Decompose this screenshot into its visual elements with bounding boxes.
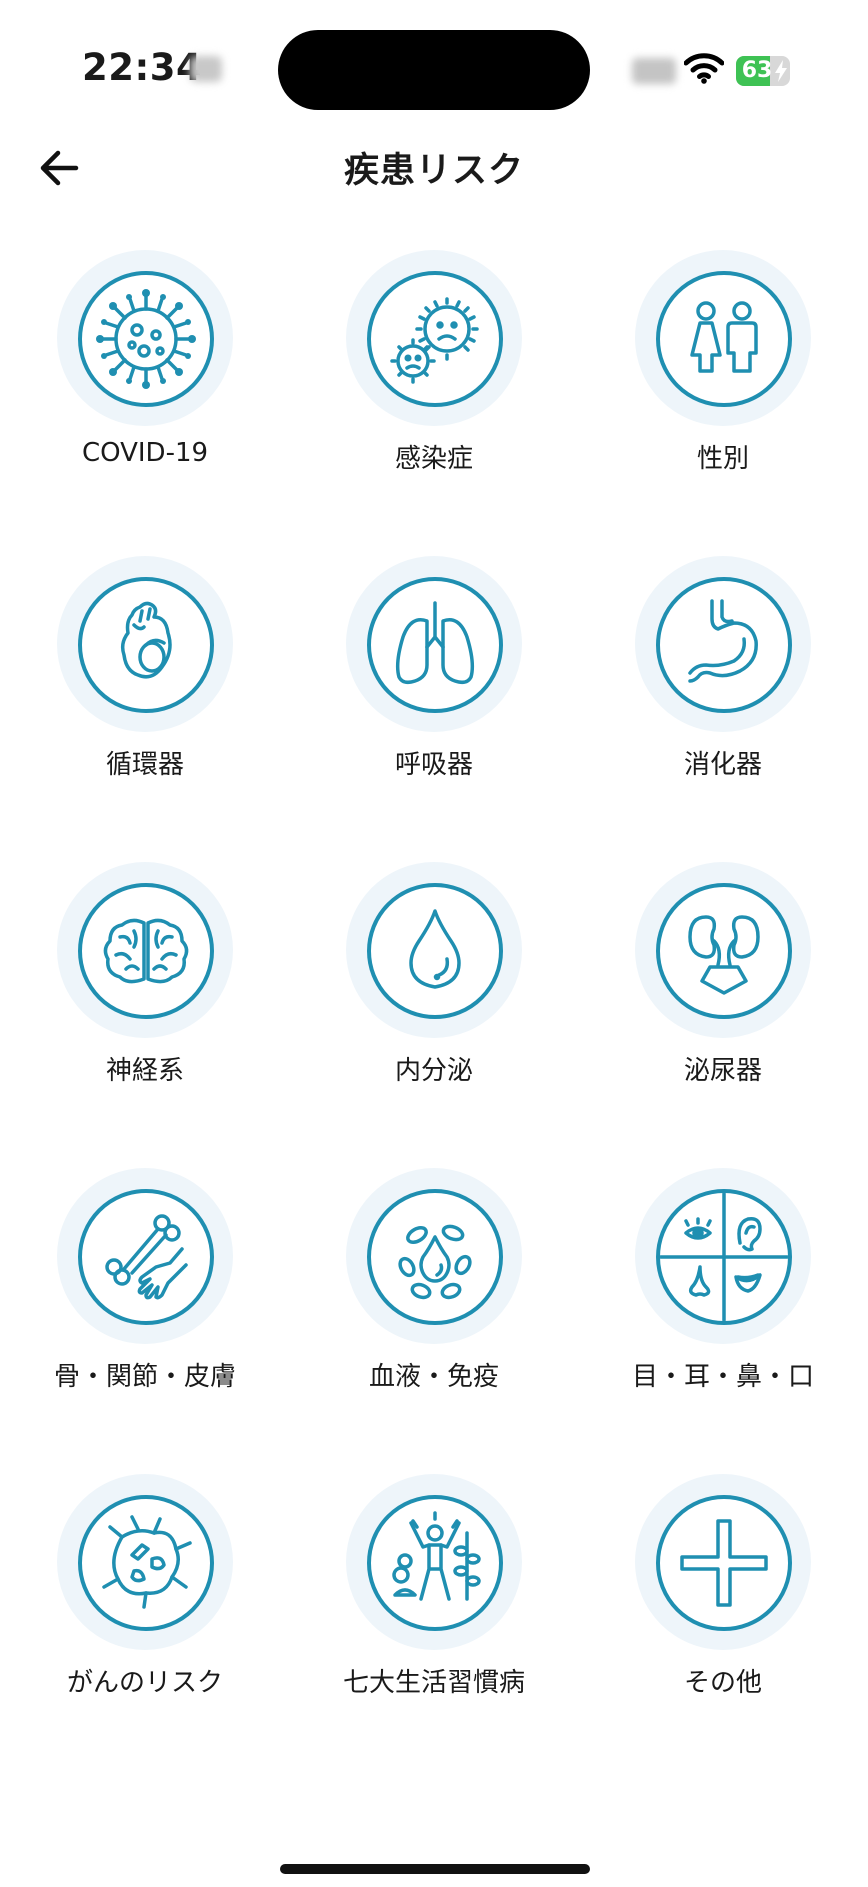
category-cancer-risk[interactable]: がんのリスク — [0, 1474, 290, 1734]
drop-icon — [409, 909, 461, 989]
category-gender[interactable]: 性別 — [578, 250, 868, 510]
category-label: 内分泌 — [394, 1056, 473, 1086]
page-title: 疾患リスク — [343, 151, 524, 191]
lungs-icon — [395, 601, 475, 685]
category-bone-joint-skin[interactable]: 骨・関節・皮膚 — [0, 1168, 290, 1428]
plus-icon — [680, 1519, 768, 1607]
status-time: 22:34 — [82, 46, 203, 89]
category-label: 消化器 — [683, 750, 762, 780]
lifestyle-icon — [392, 1511, 481, 1601]
status-bar: 22:34 63 — [0, 0, 868, 140]
brain-icon — [103, 918, 189, 984]
gender-icon — [690, 301, 758, 373]
category-eye-ear-nose-mouth[interactable]: 目・耳・鼻・口 — [578, 1168, 868, 1428]
status-blurred-indicator — [190, 56, 222, 82]
category-label: 循環器 — [105, 750, 184, 780]
category-label: 目・耳・鼻・口 — [631, 1362, 814, 1392]
category-label: その他 — [683, 1668, 762, 1698]
category-label: 泌尿器 — [683, 1056, 762, 1086]
category-infection[interactable]: 感染症 — [289, 250, 579, 510]
category-label: 七大生活習慣病 — [342, 1668, 525, 1698]
category-covid19[interactable]: COVID-19 — [0, 250, 290, 510]
category-label: 神経系 — [105, 1056, 184, 1086]
heart-icon — [120, 601, 172, 679]
category-label: 感染症 — [394, 444, 473, 474]
category-nervous[interactable]: 神経系 — [0, 862, 290, 1122]
category-endocrine[interactable]: 内分泌 — [289, 862, 579, 1122]
germs-icon — [390, 297, 479, 384]
category-urinary[interactable]: 泌尿器 — [578, 862, 868, 1122]
category-blood-immune[interactable]: 血液・免疫 — [289, 1168, 579, 1428]
battery-indicator: 63 — [736, 56, 792, 86]
category-label: 性別 — [696, 444, 749, 474]
wifi-icon — [684, 53, 724, 84]
category-digestive[interactable]: 消化器 — [578, 556, 868, 816]
home-indicator[interactable] — [280, 1864, 590, 1874]
virus-icon — [96, 289, 196, 389]
stomach-icon — [688, 599, 758, 683]
kidneys-icon — [688, 915, 760, 995]
category-label: 骨・関節・皮膚 — [53, 1362, 236, 1392]
category-label: 呼吸器 — [394, 750, 473, 780]
category-label: COVID-19 — [81, 438, 209, 468]
cancer-cell-icon — [102, 1515, 192, 1609]
category-lifestyle-diseases[interactable]: 七大生活習慣病 — [289, 1474, 579, 1734]
senses-icon — [660, 1193, 788, 1321]
category-label: がんのリスク — [66, 1668, 223, 1698]
charging-bolt-icon — [775, 60, 787, 82]
dynamic-island — [278, 30, 590, 110]
category-respiratory[interactable]: 呼吸器 — [289, 556, 579, 816]
signal-icon — [632, 58, 676, 84]
category-other[interactable]: その他 — [578, 1474, 868, 1734]
blood-cells-icon — [398, 1224, 472, 1300]
category-label: 血液・免疫 — [368, 1362, 499, 1392]
bone-hand-icon — [105, 1214, 188, 1300]
battery-level: 63 — [741, 58, 773, 83]
category-circulatory[interactable]: 循環器 — [0, 556, 290, 816]
